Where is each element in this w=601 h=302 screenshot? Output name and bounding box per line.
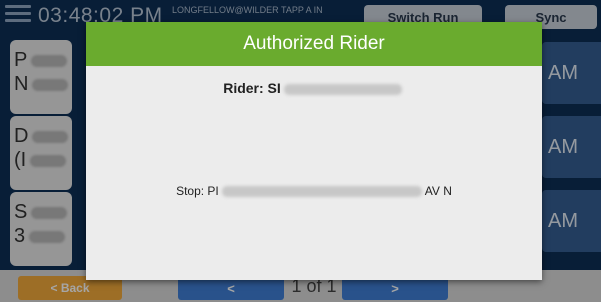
redacted-text [221,186,422,198]
stop-suffix: AV N [424,184,452,198]
stop-address: Stop: PI AV N [86,184,542,198]
rider-label: Rider: SI [223,80,281,96]
dialog-title: Authorized Rider [86,22,542,66]
authorized-rider-dialog: Authorized Rider Rider: SI Stop: PI AV N [86,22,542,280]
stop-label: Stop: PI [176,184,219,198]
redacted-text [283,83,402,95]
rider-name: Rider: SI [86,80,542,96]
